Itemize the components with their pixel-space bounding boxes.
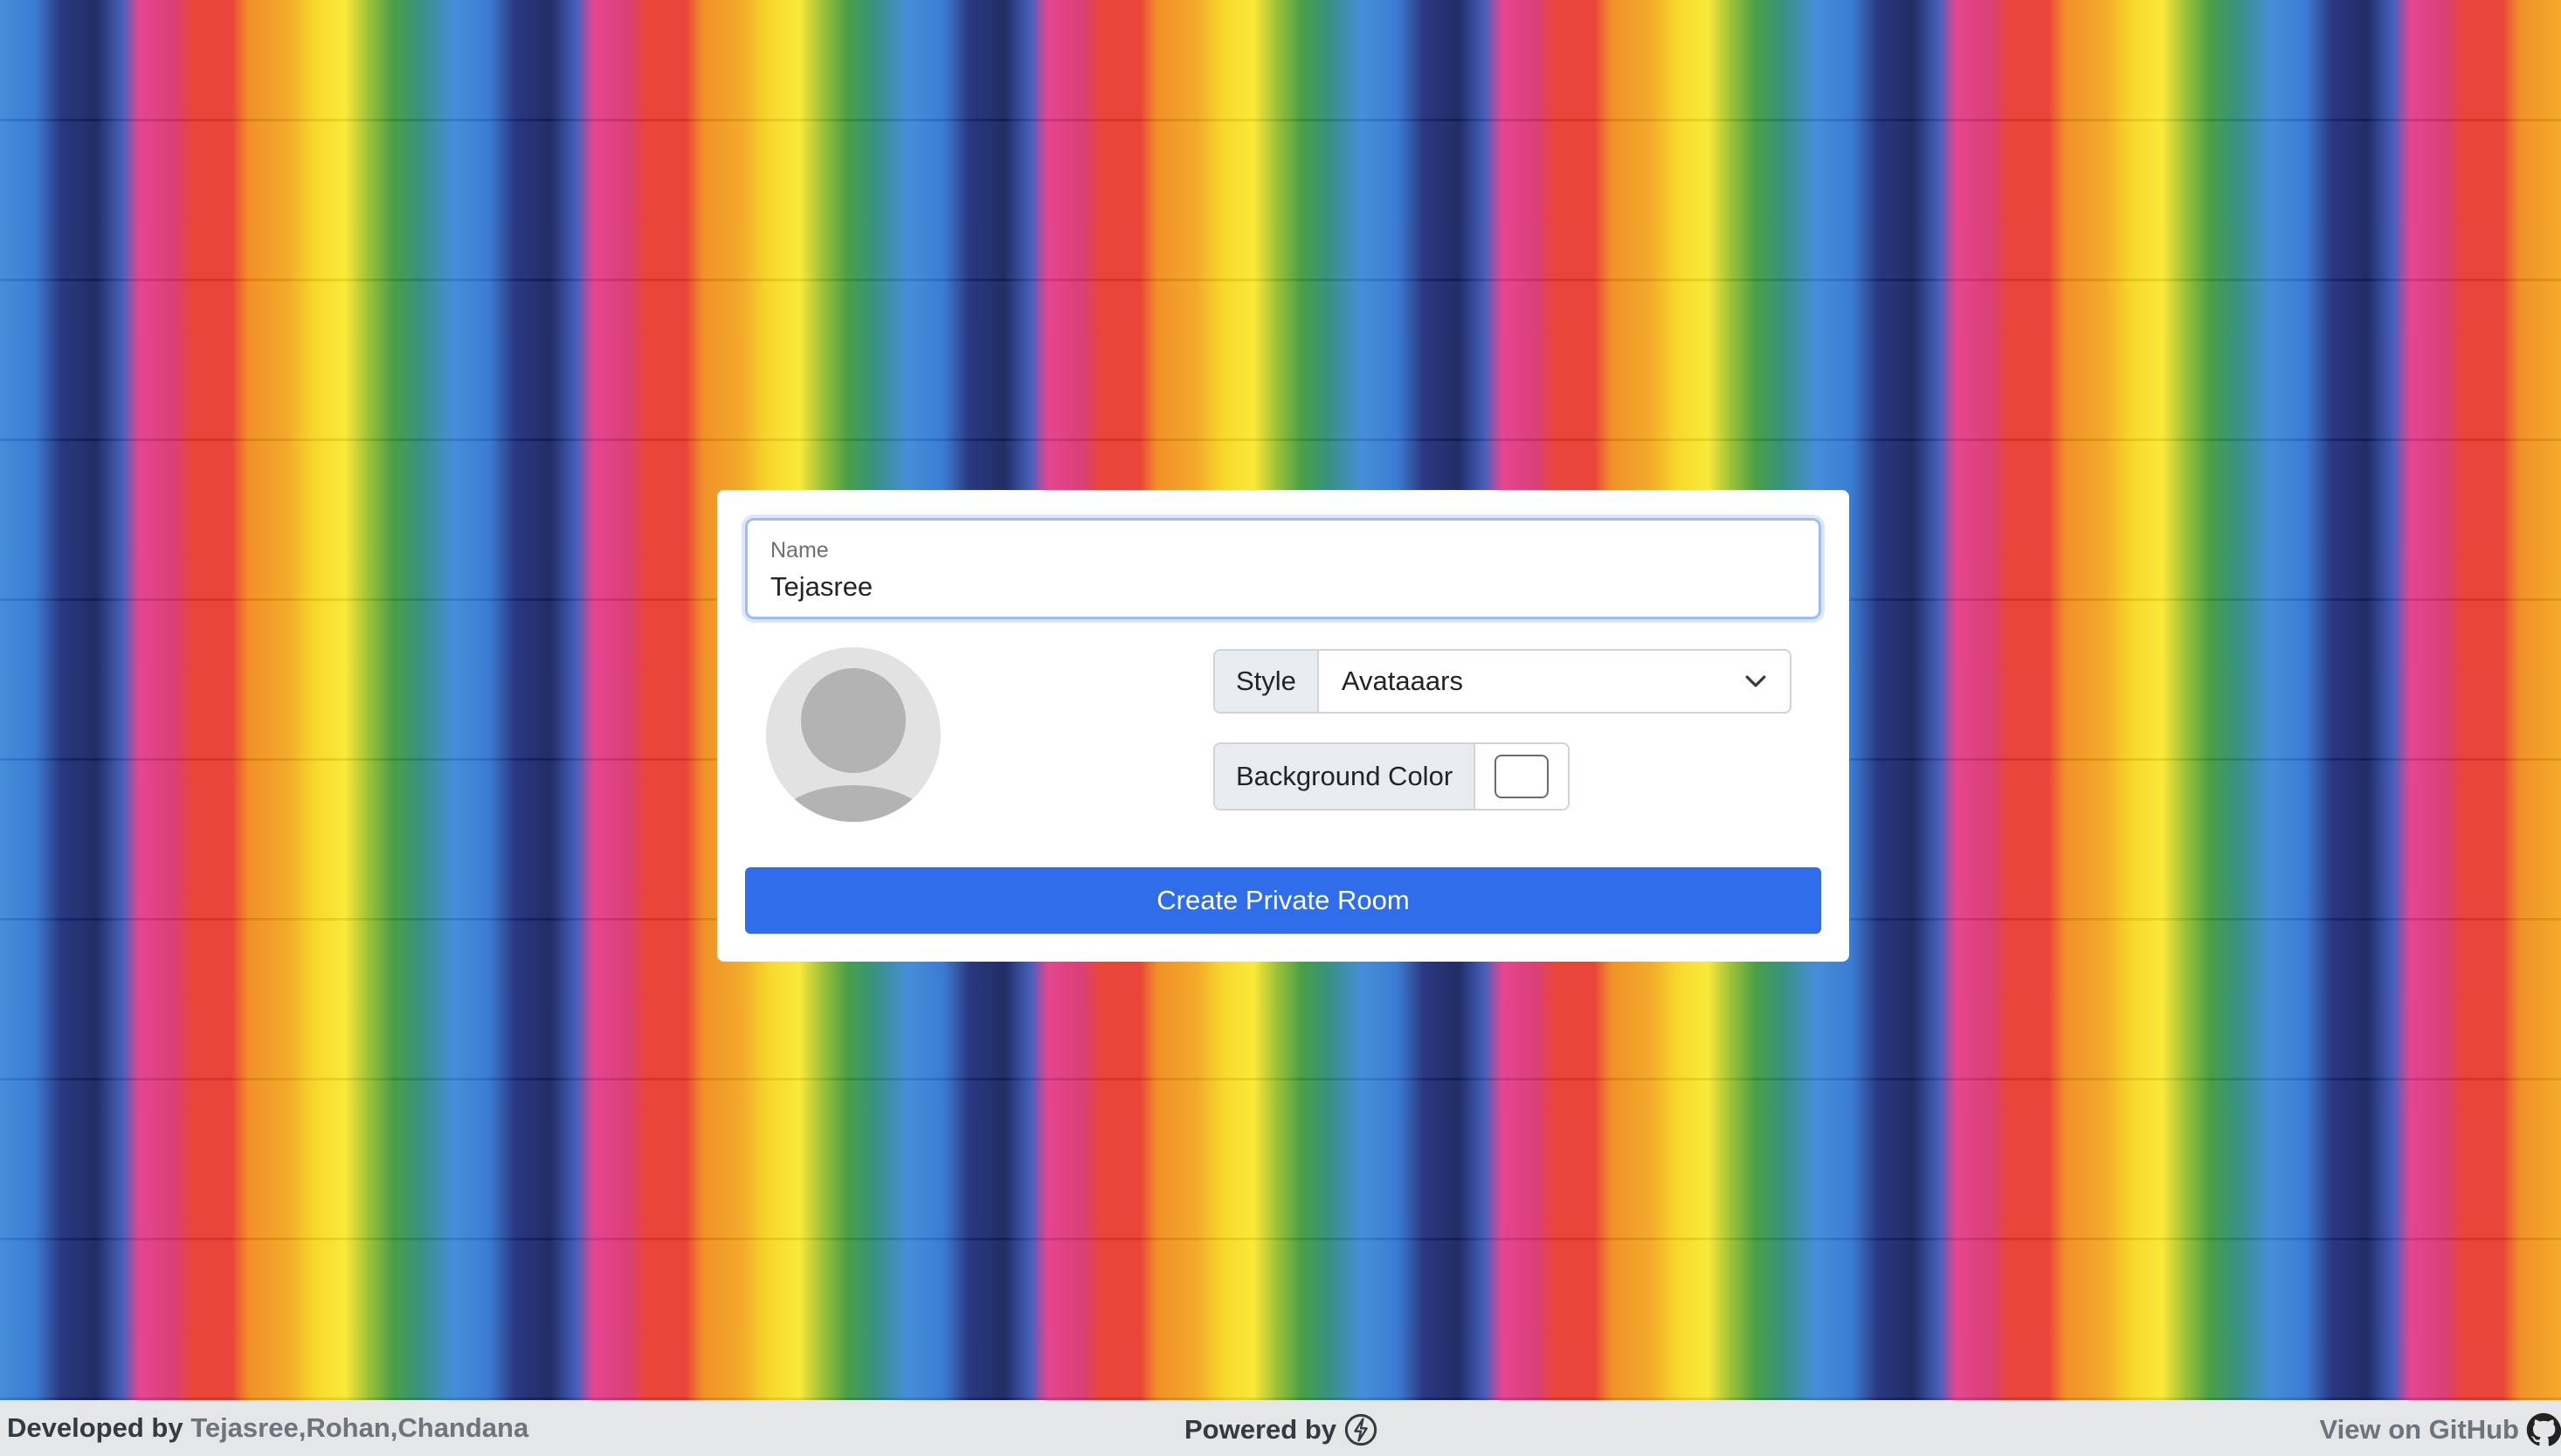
avatar-body [773, 785, 934, 822]
style-label: Style [1215, 651, 1319, 712]
name-label: Name [770, 538, 829, 562]
developers-link[interactable]: Tejasree,Rohan,Chandana [190, 1412, 528, 1443]
bolt-icon[interactable] [1343, 1412, 1378, 1447]
powered-by-label: Powered by [1184, 1414, 1336, 1445]
style-select-value: Avataaars [1341, 666, 1463, 696]
name-value[interactable]: Tejasree [770, 571, 873, 603]
view-on-github-label[interactable]: View on GitHub [2320, 1414, 2520, 1446]
footer: Developed by Tejasree,Rohan,Chandana Pow… [0, 1400, 2561, 1456]
create-room-card: Name Tejasree Style Avataaars Background… [717, 490, 1849, 962]
developed-by-label: Developed by [7, 1412, 183, 1443]
style-select-group[interactable]: Style Avataaars [1213, 649, 1791, 714]
footer-credits: Developed by Tejasree,Rohan,Chandana [7, 1412, 528, 1444]
color-swatch[interactable] [1494, 755, 1550, 798]
chevron-down-icon [1745, 675, 1766, 687]
style-select[interactable]: Avataaars [1318, 651, 1790, 712]
create-private-room-button[interactable]: Create Private Room [745, 867, 1821, 934]
background-color-group: Background Color [1213, 742, 1570, 811]
github-link[interactable]: View on GitHub [2320, 1412, 2561, 1447]
background-color-picker[interactable] [1475, 744, 1568, 809]
powered-by: Powered by [1184, 1412, 1378, 1447]
avatar-head [801, 668, 906, 773]
default-avatar-icon [766, 647, 941, 822]
github-icon[interactable] [2526, 1412, 2561, 1447]
background-color-label: Background Color [1215, 744, 1476, 809]
name-input[interactable]: Name Tejasree [745, 518, 1821, 619]
